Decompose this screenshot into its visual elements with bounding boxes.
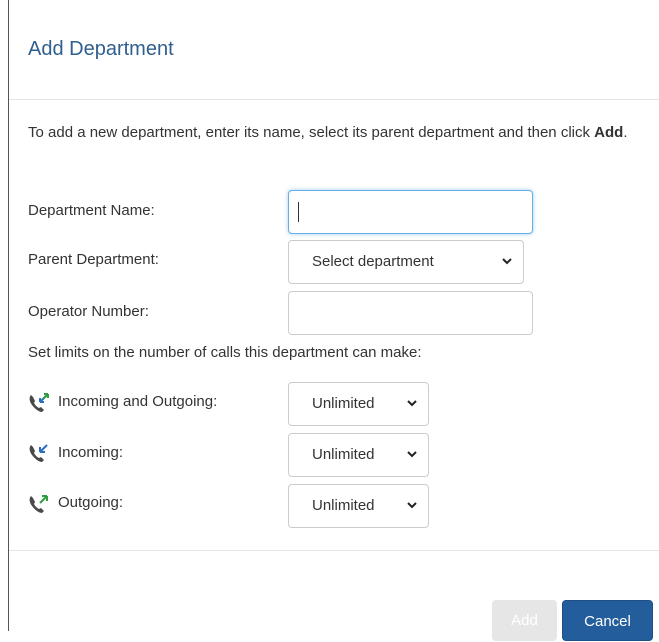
dialog-footer: Add Cancel	[9, 551, 659, 641]
intro-prefix: To add a new department, enter its name,…	[28, 124, 595, 141]
parent-department-value: Select department	[312, 253, 434, 270]
incoming-select[interactable]: Unlimited	[288, 433, 429, 477]
incoming-outgoing-select[interactable]: Unlimited	[288, 382, 429, 426]
text-caret	[298, 202, 299, 222]
operator-number-input[interactable]	[288, 291, 533, 335]
incoming-outgoing-label: Incoming and Outgoing:	[58, 393, 218, 410]
operator-number-label: Operator Number:	[28, 303, 149, 320]
intro-suffix: .	[623, 124, 628, 141]
chevron-down-icon	[407, 502, 417, 509]
outgoing-select[interactable]: Unlimited	[288, 484, 429, 528]
phone-incoming-icon	[29, 444, 48, 462]
add-button[interactable]: Add	[492, 600, 557, 641]
incoming-value: Unlimited	[312, 446, 375, 463]
add-department-dialog: Add Department To add a new department, …	[8, 0, 659, 641]
incoming-outgoing-value: Unlimited	[312, 395, 375, 412]
parent-department-select[interactable]: Select department	[288, 240, 524, 284]
incoming-label: Incoming:	[58, 444, 124, 461]
department-name-input[interactable]	[288, 190, 533, 234]
intro-text: To add a new department, enter its name,…	[28, 122, 648, 144]
phone-both-icon	[29, 393, 49, 412]
chevron-down-icon	[502, 258, 512, 265]
department-name-label: Department Name:	[28, 202, 155, 219]
limits-heading: Set limits on the number of calls this d…	[28, 344, 422, 361]
cancel-button[interactable]: Cancel	[562, 600, 653, 641]
chevron-down-icon	[407, 451, 417, 458]
chevron-down-icon	[407, 400, 417, 407]
outgoing-value: Unlimited	[312, 497, 375, 514]
parent-department-label: Parent Department:	[28, 251, 159, 268]
dialog-title: Add Department	[28, 38, 174, 60]
dialog-header: Add Department	[9, 0, 659, 100]
dialog-body: To add a new department, enter its name,…	[9, 100, 659, 551]
intro-bold-add: Add	[594, 124, 624, 141]
phone-outgoing-icon	[29, 495, 48, 513]
outgoing-label: Outgoing:	[58, 494, 124, 511]
